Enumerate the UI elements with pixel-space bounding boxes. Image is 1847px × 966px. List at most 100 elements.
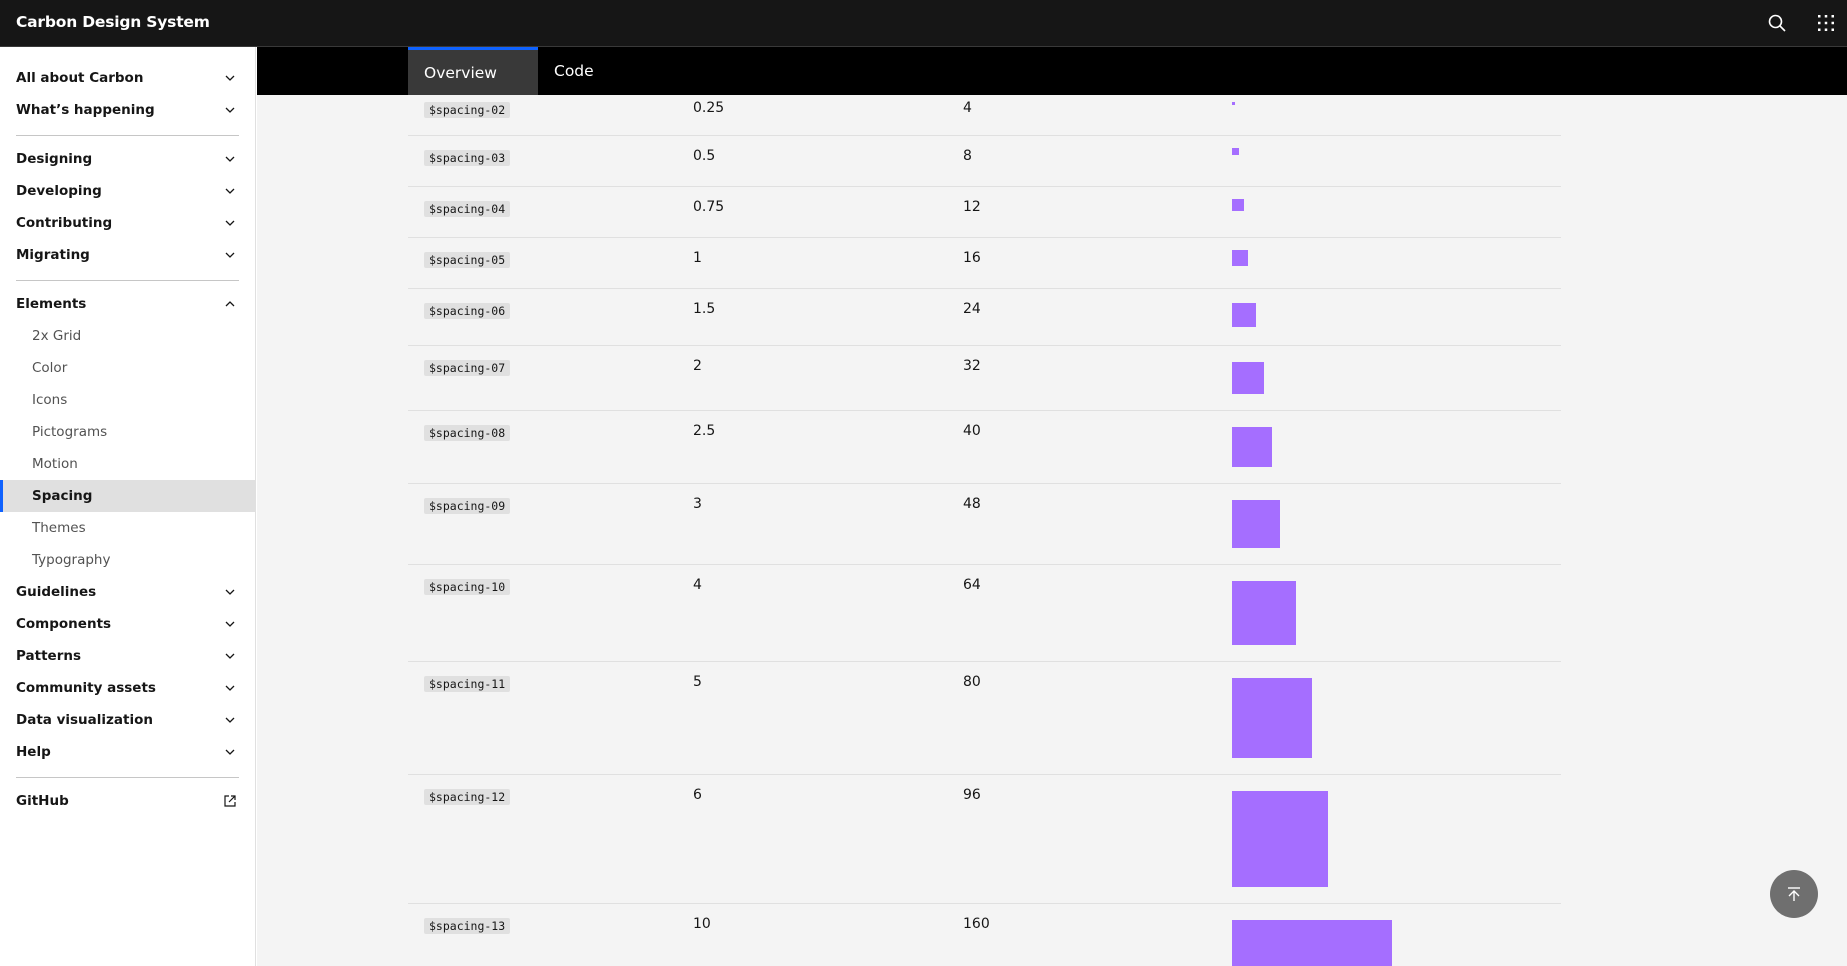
- px-value: 64: [963, 577, 981, 593]
- sidebar-item-help[interactable]: Help: [0, 736, 256, 768]
- page-tabs: Overview Code: [257, 47, 1847, 95]
- back-to-top-button[interactable]: [1770, 870, 1818, 918]
- rem-value: 0.5: [693, 148, 716, 164]
- spacing-swatch: [1232, 678, 1312, 758]
- sidebar-item-label: Patterns: [16, 648, 82, 664]
- sidebar-item-designing[interactable]: Designing: [0, 143, 256, 175]
- sidebar-item-elements[interactable]: Elements: [0, 288, 256, 320]
- rem-value: 6: [693, 787, 702, 803]
- sidebar-item-2x-grid[interactable]: 2x Grid: [0, 320, 256, 352]
- table-row: $spacing-10 4 64: [408, 565, 1561, 662]
- px-value: 12: [963, 199, 981, 215]
- sidebar-item-migrating[interactable]: Migrating: [0, 239, 256, 271]
- sidebar-item-label: Guidelines: [16, 584, 97, 600]
- sidebar-item-label: Community assets: [16, 680, 156, 696]
- spacing-swatch: [1232, 102, 1235, 105]
- sidebar-item-label: All about Carbon: [16, 70, 144, 86]
- table-row: $spacing-07 2 32: [408, 346, 1561, 411]
- table-row: $spacing-11 5 80: [408, 662, 1561, 775]
- sidebar-item-themes[interactable]: Themes: [0, 512, 256, 544]
- px-value: 4: [963, 100, 972, 116]
- table-row: $spacing-09 3 48: [408, 484, 1561, 565]
- sidebar-item-components[interactable]: Components: [0, 608, 256, 640]
- tab-overview[interactable]: Overview: [408, 47, 538, 95]
- sidebar-item-pictograms[interactable]: Pictograms: [0, 416, 256, 448]
- rem-value: 3: [693, 496, 702, 512]
- sidebar-item-developing[interactable]: Developing: [0, 175, 256, 207]
- table-row: $spacing-05 1 16: [408, 238, 1561, 289]
- chevron-down-icon: [225, 75, 235, 81]
- sidebar-item-label: Icons: [32, 392, 68, 408]
- sidebar-item-github[interactable]: GitHub: [0, 785, 256, 817]
- px-value: 8: [963, 148, 972, 164]
- sidebar-item-all-about-carbon[interactable]: All about Carbon: [0, 62, 256, 94]
- token-name: $spacing-13: [424, 918, 511, 934]
- sidebar-item-contributing[interactable]: Contributing: [0, 207, 256, 239]
- spacing-table: $spacing-02 0.25 4 $spacing-03 0.5 8 $sp…: [257, 47, 1847, 966]
- px-value: 40: [963, 423, 981, 439]
- rem-value: 2: [693, 358, 702, 374]
- px-value: 24: [963, 301, 981, 317]
- token-name: $spacing-10: [424, 579, 511, 595]
- px-value: 160: [963, 916, 990, 932]
- token-name: $spacing-12: [424, 789, 511, 805]
- side-nav: All about Carbon What’s happening Design…: [0, 47, 256, 966]
- sidebar-item-label: Data visualization: [16, 712, 153, 728]
- token-name: $spacing-03: [424, 150, 511, 166]
- chevron-down-icon: [225, 220, 235, 226]
- chevron-down-icon: [225, 749, 235, 755]
- nav-divider: [16, 777, 239, 778]
- sidebar-item-label: GitHub: [16, 793, 69, 809]
- active-indicator: [0, 480, 3, 512]
- spacing-swatch: [1232, 500, 1280, 548]
- chevron-down-icon: [225, 252, 235, 258]
- sidebar-item-label: Developing: [16, 183, 102, 199]
- px-value: 16: [963, 250, 981, 266]
- spacing-swatch: [1232, 427, 1272, 467]
- rem-value: 0.75: [693, 199, 725, 215]
- sidebar-item-label: 2x Grid: [32, 328, 82, 344]
- rem-value: 1.5: [693, 301, 716, 317]
- token-name: $spacing-07: [424, 360, 511, 376]
- spacing-swatch: [1232, 920, 1392, 966]
- sidebar-item-data-visualization[interactable]: Data visualization: [0, 704, 256, 736]
- app-switcher-icon[interactable]: [1814, 11, 1838, 35]
- sidebar-item-typography[interactable]: Typography: [0, 544, 256, 576]
- table-row: $spacing-06 1.5 24: [408, 289, 1561, 346]
- spacing-swatch: [1232, 791, 1328, 887]
- back-to-top-icon: [1788, 887, 1800, 901]
- token-name: $spacing-06: [424, 303, 511, 319]
- table-row: $spacing-03 0.5 8: [408, 136, 1561, 187]
- sidebar-item-community-assets[interactable]: Community assets: [0, 672, 256, 704]
- sidebar-item-motion[interactable]: Motion: [0, 448, 256, 480]
- token-name: $spacing-08: [424, 425, 511, 441]
- sidebar-item-label: Themes: [32, 520, 86, 536]
- px-value: 48: [963, 496, 981, 512]
- chevron-up-icon: [225, 301, 235, 307]
- rem-value: 4: [693, 577, 702, 593]
- search-icon[interactable]: [1765, 11, 1789, 35]
- chevron-down-icon: [225, 156, 235, 162]
- chevron-down-icon: [225, 621, 235, 627]
- tab-code[interactable]: Code: [538, 47, 618, 95]
- rem-value: 10: [693, 916, 711, 932]
- sidebar-item-label: Motion: [32, 456, 78, 472]
- launch-icon: [224, 795, 236, 807]
- chevron-down-icon: [225, 589, 235, 595]
- sidebar-item-label: Migrating: [16, 247, 90, 263]
- token-name: $spacing-09: [424, 498, 511, 514]
- token-name: $spacing-11: [424, 676, 511, 692]
- sidebar-item-icons[interactable]: Icons: [0, 384, 256, 416]
- spacing-swatch: [1232, 148, 1239, 155]
- global-header: Carbon Design System: [0, 0, 1847, 47]
- nav-divider: [16, 280, 239, 281]
- brand-name[interactable]: Carbon Design System: [16, 13, 210, 31]
- px-value: 80: [963, 674, 981, 690]
- table-row: $spacing-12 6 96: [408, 775, 1561, 904]
- sidebar-item-patterns[interactable]: Patterns: [0, 640, 256, 672]
- sidebar-item-spacing[interactable]: Spacing: [0, 480, 256, 512]
- sidebar-item-whats-happening[interactable]: What’s happening: [0, 94, 256, 126]
- sidebar-item-guidelines[interactable]: Guidelines: [0, 576, 256, 608]
- px-value: 96: [963, 787, 981, 803]
- sidebar-item-color[interactable]: Color: [0, 352, 256, 384]
